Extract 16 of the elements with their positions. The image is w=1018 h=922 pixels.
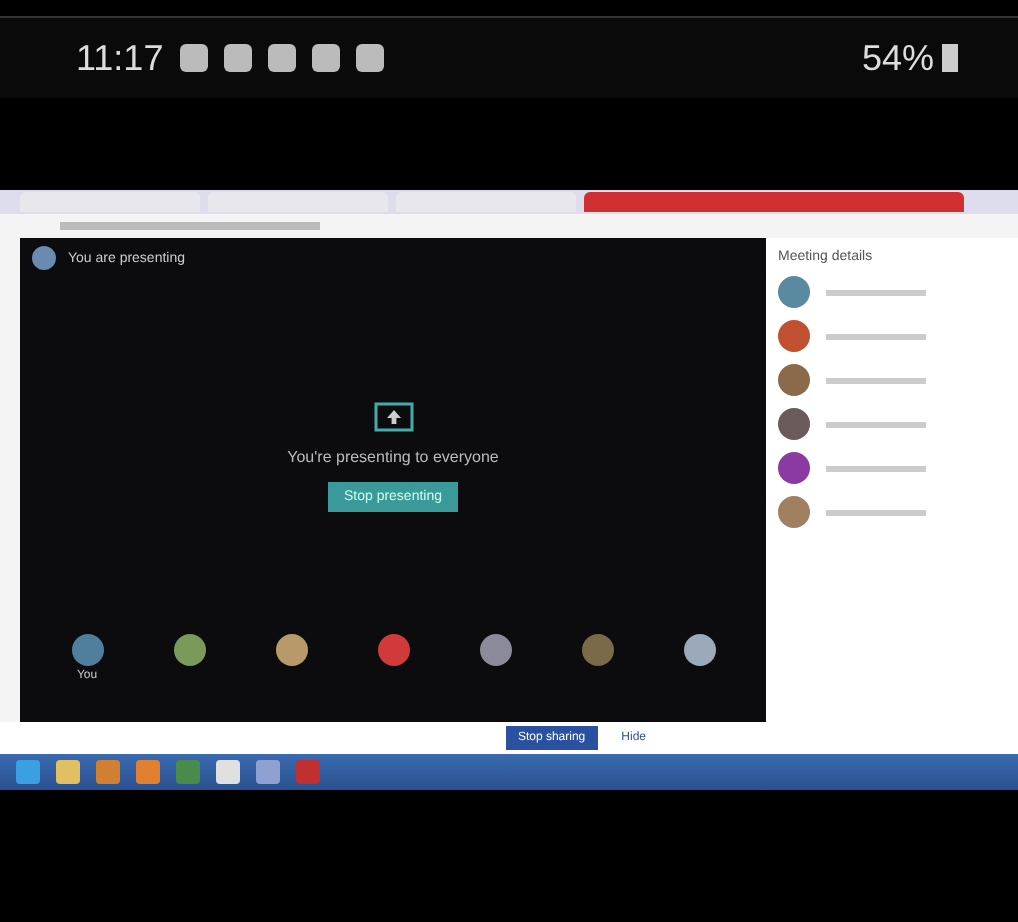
clock: 11:17 bbox=[76, 37, 164, 79]
address-bar[interactable] bbox=[60, 222, 320, 230]
person-name-line bbox=[826, 421, 926, 427]
person-name-line bbox=[826, 289, 926, 295]
battery-icon bbox=[942, 44, 958, 72]
person-name-line bbox=[826, 333, 926, 339]
presenting-message: You're presenting to everyone bbox=[287, 447, 499, 465]
browser-tab[interactable] bbox=[396, 192, 576, 212]
browser-tab[interactable] bbox=[208, 192, 388, 212]
person-name-line bbox=[826, 509, 926, 515]
browser-tab[interactable] bbox=[20, 192, 200, 212]
person-name-line bbox=[826, 465, 926, 471]
battery-percent: 54% bbox=[861, 37, 934, 79]
present-screen-icon bbox=[373, 401, 413, 431]
avatar-icon bbox=[32, 246, 56, 270]
person-name-line bbox=[826, 377, 926, 383]
